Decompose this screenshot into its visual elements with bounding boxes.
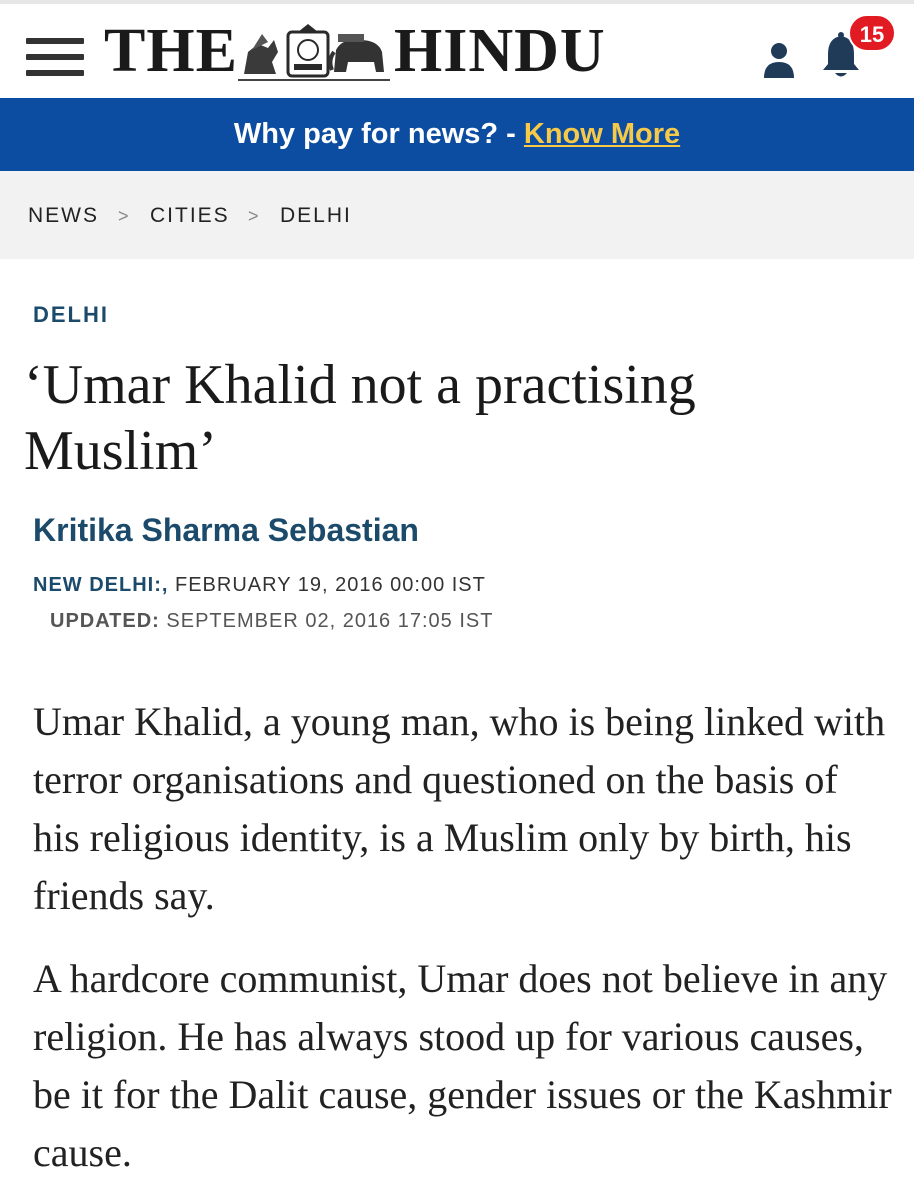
dateline-date: FEBRUARY 19, 2016 00:00 IST (168, 574, 486, 596)
crest-emblem-icon (238, 24, 390, 81)
promo-banner: Why pay for news? - Know More (0, 98, 914, 171)
notification-count-badge[interactable]: 15 (848, 14, 896, 52)
updated-label: UPDATED: (50, 610, 160, 632)
site-logo[interactable]: THE HINDU (104, 18, 620, 84)
updated-date: SEPTEMBER 02, 2016 17:05 IST (159, 610, 494, 632)
breadcrumb-item-cities[interactable]: CITIES (150, 204, 230, 228)
know-more-link[interactable]: Know More (524, 118, 680, 150)
updated-timestamp: UPDATED: SEPTEMBER 02, 2016 17:05 IST (50, 610, 493, 633)
promo-text: Why pay for news? - (233, 118, 524, 150)
article-paragraph: Umar Khalid, a young man, who is being l… (33, 699, 886, 918)
breadcrumb-item-news[interactable]: NEWS (28, 204, 99, 228)
dateline: NEW DELHI:, FEBRUARY 19, 2016 00:00 IST (33, 574, 486, 597)
article-headline: ‘Umar Khalid not a practising Muslim’ (24, 354, 696, 482)
logo-text-the: THE (104, 17, 238, 85)
breadcrumb-separator: > (248, 206, 259, 226)
user-icon[interactable] (762, 42, 796, 78)
author-name[interactable]: Kritika Sharma Sebastian (33, 512, 419, 549)
section-label[interactable]: DELHI (33, 302, 109, 328)
breadcrumb-separator: > (118, 206, 129, 226)
article-paragraph: A hardcore communist, Umar does not beli… (33, 956, 892, 1175)
breadcrumb-item-delhi[interactable]: DELHI (280, 204, 352, 228)
logo-text-hindu: HINDU (394, 17, 606, 85)
dateline-place: NEW DELHI:, (33, 574, 169, 596)
hamburger-menu-icon[interactable] (26, 38, 84, 78)
site-header: THE HINDU 15 (0, 0, 914, 98)
breadcrumb: NEWS > CITIES > DELHI (0, 171, 914, 259)
